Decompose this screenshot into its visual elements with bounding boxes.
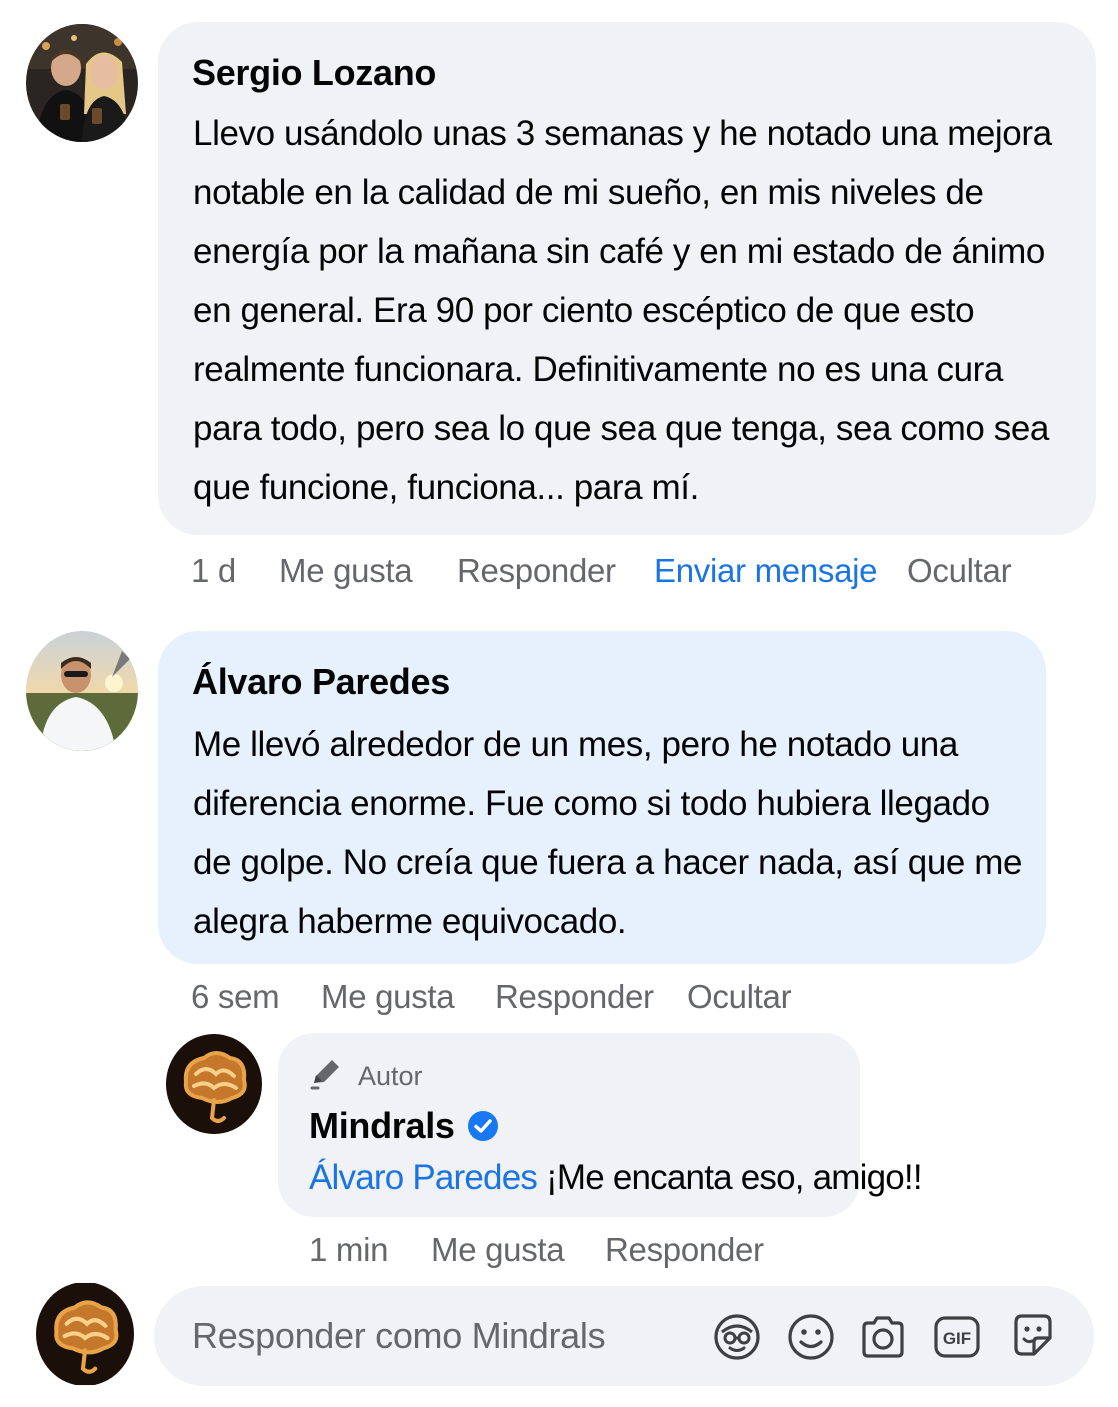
reply-button[interactable]: Responder [457,552,654,590]
comment-bubble: Sergio Lozano Llevo usándolo unas 3 sema… [158,22,1096,535]
emoji-icon[interactable] [786,1312,836,1362]
pencil-icon [308,1055,344,1091]
brain-logo-icon [36,1282,134,1386]
comment-author[interactable]: Sergio Lozano [192,52,436,94]
comment-author[interactable]: Álvaro Paredes [192,661,450,703]
camera-icon[interactable] [858,1312,908,1362]
composer-avatar-mindrals [36,1282,134,1386]
sticker-icon[interactable] [1008,1310,1058,1360]
avatar-sticker-icon[interactable] [712,1312,762,1362]
mention-link[interactable]: Álvaro Paredes [309,1158,538,1197]
like-button[interactable]: Me gusta [431,1231,605,1269]
comment-text: Llevo usándolo unas 3 semanas y he notad… [193,114,1052,507]
reply-time[interactable]: 1 min [309,1231,431,1269]
reply-author-name[interactable]: Mindrals [309,1105,455,1147]
comment-text: Me llevó alrededor de un mes, pero he no… [193,725,1023,941]
avatar-alvaro-paredes[interactable] [26,631,138,751]
reply-button[interactable]: Responder [605,1231,764,1269]
reply-text: Álvaro Paredes ¡Me encanta eso, amigo!! [309,1148,923,1207]
reply-message: ¡Me encanta eso, amigo!! [546,1158,923,1197]
avatar-sergio-lozano[interactable] [26,24,138,142]
reply-author: Mindrals [309,1105,499,1147]
comment-time[interactable]: 1 d [191,552,279,590]
comment-bubble-highlighted: Álvaro Paredes Me llevó alrededor de un … [158,631,1046,964]
like-button[interactable]: Me gusta [279,552,457,590]
hide-button[interactable]: Ocultar [687,978,792,1016]
svg-text:GIF: GIF [943,1329,971,1348]
comment-time[interactable]: 6 sem [191,978,321,1016]
comment-actions: 1 d Me gusta Responder Enviar mensaje Oc… [191,548,1012,594]
comment-actions: 6 sem Me gusta Responder Ocultar [191,974,792,1020]
gif-icon[interactable]: GIF [932,1312,982,1362]
hide-button[interactable]: Ocultar [907,552,1012,590]
reply-composer[interactable]: Responder como Mindrals GIF [154,1286,1094,1386]
send-message-button[interactable]: Enviar mensaje [654,552,907,590]
verified-badge-icon [467,1110,499,1142]
brain-logo-icon [166,1034,262,1134]
reply-bubble: Autor Mindrals Álvaro Paredes ¡Me encant… [278,1033,923,1217]
profile-photo [26,631,138,751]
author-badge: Autor [358,1061,423,1091]
like-button[interactable]: Me gusta [321,978,495,1016]
composer-input[interactable]: Responder como Mindrals [192,1315,606,1357]
reply-actions: 1 min Me gusta Responder [309,1227,764,1273]
avatar-mindrals[interactable] [166,1034,262,1134]
profile-photo [26,24,138,142]
reply-button[interactable]: Responder [495,978,687,1016]
